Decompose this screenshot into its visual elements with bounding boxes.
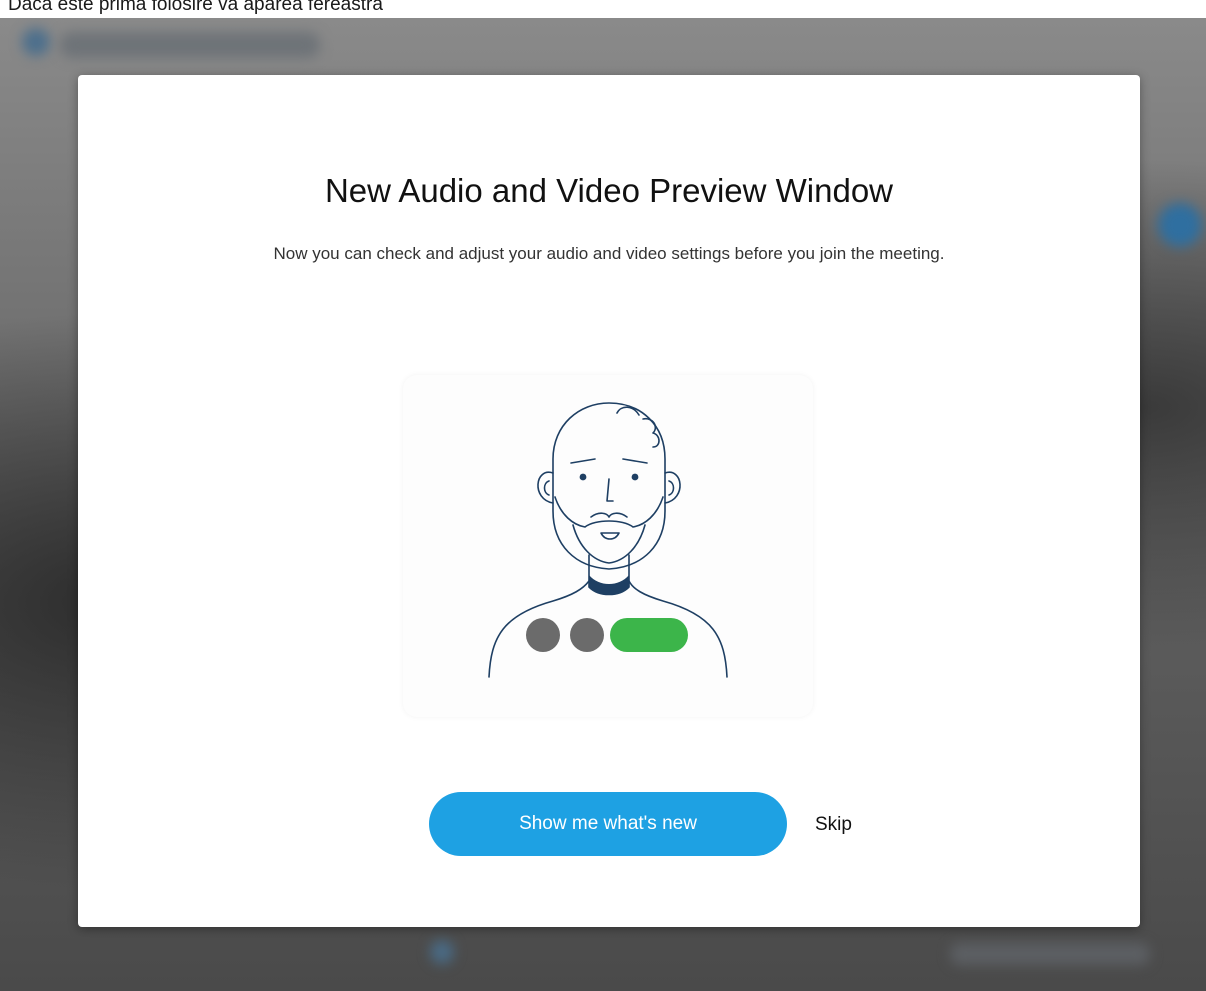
join-pill-icon [610, 618, 688, 652]
blurred-avatar-icon [22, 28, 50, 56]
dialog-description: Now you can check and adjust your audio … [273, 244, 945, 263]
skip-button[interactable]: Skip [815, 814, 852, 836]
left-eye [579, 473, 587, 481]
whats-new-dialog: New Audio and Video Preview Window Now y… [78, 75, 1140, 927]
show-me-whats-new-button[interactable]: Show me what's new [429, 792, 787, 856]
right-eye [631, 473, 639, 481]
blurred-status-icon [1158, 203, 1202, 247]
page-caption: Daca este prima folosire va aparea ferea… [8, 0, 383, 15]
camera-toggle-icon [570, 618, 604, 652]
mic-toggle-icon [526, 618, 560, 652]
blurred-toolbar-icon [430, 940, 454, 964]
blurred-title-bar [60, 32, 320, 58]
blurred-toolbar-bar [950, 943, 1150, 965]
preview-illustration [403, 375, 813, 717]
person-preview-illustration-icon [488, 402, 728, 678]
dialog-title: New Audio and Video Preview Window [324, 172, 894, 209]
